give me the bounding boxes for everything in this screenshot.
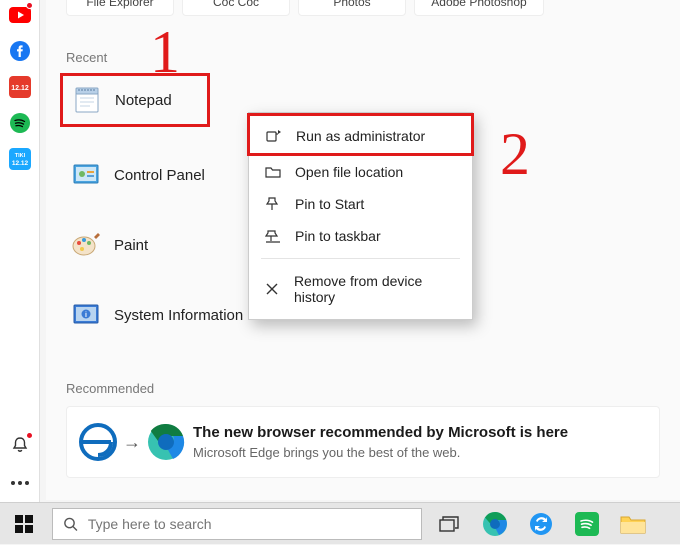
- ctx-remove-from-history[interactable]: Remove from device history: [249, 265, 472, 313]
- tile-label: Coc Coc: [213, 0, 259, 9]
- facebook-icon[interactable]: [9, 40, 31, 62]
- recommended-section-label: Recommended: [66, 381, 660, 396]
- svg-text:i: i: [85, 312, 87, 319]
- svg-text:12.12: 12.12: [11, 160, 28, 167]
- recommended-subtitle: Microsoft Edge brings you the best of th…: [193, 445, 568, 460]
- recent-item-notepad[interactable]: Notepad: [60, 73, 210, 127]
- ctx-item-label: Remove from device history: [294, 273, 456, 305]
- taskbar-search-box[interactable]: [52, 508, 422, 540]
- tile-photos[interactable]: Photos: [298, 0, 406, 16]
- tile-label: File Explorer: [86, 0, 153, 9]
- taskbar: [0, 502, 680, 544]
- arrow-right-icon: →: [123, 432, 141, 453]
- start-button[interactable]: [0, 503, 48, 545]
- paint-icon: [72, 231, 100, 259]
- left-app-strip: 12.12 TIKI12.12: [0, 0, 40, 544]
- tile-adobe-photoshop[interactable]: Adobe Photoshop: [414, 0, 544, 16]
- svg-text:12.12: 12.12: [11, 85, 29, 92]
- annotation-number-2: 2: [500, 120, 530, 189]
- edge-upgrade-graphic: →: [77, 421, 187, 463]
- bell-icon[interactable]: [9, 434, 31, 456]
- ctx-item-label: Open file location: [295, 164, 403, 180]
- pinned-tiles-row: File Explorer Coc Coc Photos Adobe Photo…: [66, 0, 660, 16]
- edge-chromium-icon: [145, 421, 187, 463]
- file-explorer-icon: [620, 513, 646, 535]
- search-input[interactable]: [88, 516, 411, 532]
- ctx-pin-to-taskbar[interactable]: Pin to taskbar: [249, 220, 472, 252]
- recommended-title: The new browser recommended by Microsoft…: [193, 424, 568, 441]
- task-view-button[interactable]: [436, 511, 462, 537]
- context-menu: Run as administrator Open file location …: [248, 112, 473, 320]
- recent-item-label: Notepad: [115, 92, 172, 109]
- shopee-12-12-icon[interactable]: 12.12: [9, 76, 31, 98]
- edge-icon: [482, 511, 508, 537]
- annotation-number-1: 1: [150, 18, 180, 87]
- ctx-open-file-location[interactable]: Open file location: [249, 156, 472, 188]
- ctx-item-label: Pin to Start: [295, 196, 364, 212]
- taskbar-app-update[interactable]: [528, 511, 554, 537]
- windows-logo-icon: [15, 515, 33, 533]
- ctx-item-label: Run as administrator: [296, 128, 425, 144]
- folder-open-icon: [265, 164, 281, 180]
- ctx-pin-to-start[interactable]: Pin to Start: [249, 188, 472, 220]
- update-arrows-icon: [529, 512, 553, 536]
- context-menu-separator: [261, 258, 460, 259]
- tile-label: Adobe Photoshop: [431, 0, 526, 9]
- pin-taskbar-icon: [265, 228, 281, 244]
- system-information-icon: i: [72, 301, 100, 329]
- tiki-12-12-icon[interactable]: TIKI12.12: [9, 148, 31, 170]
- spotify-icon: [575, 512, 599, 536]
- ctx-run-as-administrator[interactable]: Run as administrator: [247, 113, 474, 156]
- recommended-section: Recommended → The new browser recommende…: [66, 381, 660, 478]
- recent-item-label: Control Panel: [114, 167, 205, 184]
- youtube-icon[interactable]: [9, 4, 31, 26]
- tile-coc-coc[interactable]: Coc Coc: [182, 0, 290, 16]
- search-icon: [63, 516, 78, 532]
- notification-dot-icon: [26, 2, 33, 9]
- recommended-card-edge[interactable]: → The new browser recommended by Microso…: [66, 406, 660, 478]
- control-panel-icon: [72, 161, 100, 189]
- tile-file-explorer[interactable]: File Explorer: [66, 0, 174, 16]
- taskbar-app-file-explorer[interactable]: [620, 511, 646, 537]
- tile-label: Photos: [333, 0, 370, 9]
- svg-text:TIKI: TIKI: [14, 153, 25, 159]
- spotify-icon[interactable]: [9, 112, 31, 134]
- pin-start-icon: [265, 196, 281, 212]
- edge-legacy-icon: [77, 421, 119, 463]
- more-icon[interactable]: [9, 472, 31, 494]
- task-view-icon: [439, 516, 459, 532]
- recent-item-label: Paint: [114, 237, 148, 254]
- taskbar-app-spotify[interactable]: [574, 511, 600, 537]
- notepad-icon: [73, 86, 101, 114]
- close-icon: [265, 281, 280, 297]
- taskbar-app-edge[interactable]: [482, 511, 508, 537]
- ctx-item-label: Pin to taskbar: [295, 228, 381, 244]
- notification-dot-icon: [26, 432, 33, 439]
- recent-item-label: System Information: [114, 307, 243, 324]
- shield-run-icon: [266, 128, 282, 144]
